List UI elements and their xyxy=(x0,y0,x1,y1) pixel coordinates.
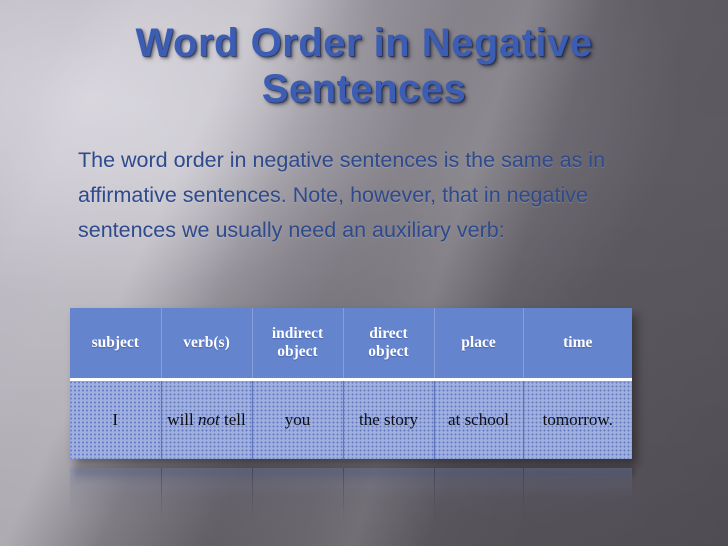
table-header-subject: subject xyxy=(70,308,162,381)
cell-verbs: will not tell xyxy=(161,379,253,459)
table-header-place: place xyxy=(434,308,524,381)
table-header-indirect-object: indirect object xyxy=(252,308,344,381)
header-label-time: time xyxy=(563,333,593,351)
cell-direct-object: the story xyxy=(343,379,435,459)
table-header-time: time xyxy=(523,308,632,381)
header-label-direct-line1: direct xyxy=(369,324,408,342)
cell-place: at school xyxy=(434,379,524,459)
table-header-verbs: verb(s) xyxy=(161,308,253,381)
slide-body-text: The word order in negative sentences is … xyxy=(78,148,606,242)
table-row: I will not tell you the story at school xyxy=(70,379,632,459)
header-label-subject: subject xyxy=(91,333,139,351)
header-label-indirect-line2: object xyxy=(277,343,318,360)
cell-subject: I xyxy=(70,379,162,459)
header-label-indirect-line1: indirect xyxy=(271,324,324,342)
word-order-table-wrapper: subject verb(s) indirect object direct o… xyxy=(70,308,632,459)
cell-value-time: tomorrow. xyxy=(542,410,613,430)
header-label-place: place xyxy=(461,333,496,351)
cell-value-direct-object: the story xyxy=(358,410,419,430)
cell-time: tomorrow. xyxy=(523,379,632,459)
cell-value-verbs-pre: will xyxy=(167,410,198,430)
cell-value-place: at school xyxy=(448,410,509,430)
cell-value-verbs-post: tell xyxy=(219,410,246,430)
cell-value-verbs-negation: not xyxy=(198,410,220,430)
header-label-verbs: verb(s) xyxy=(183,333,230,351)
cell-indirect-object: you xyxy=(252,379,344,459)
slide: Word Order in Negative Sentences The wor… xyxy=(0,0,728,546)
table-header-direct-object: direct object xyxy=(343,308,435,381)
cell-value-indirect-object: you xyxy=(284,410,311,430)
cell-value-subject: I xyxy=(112,410,119,430)
header-label-direct-line2: object xyxy=(368,343,409,360)
word-order-table: subject verb(s) indirect object direct o… xyxy=(70,308,632,459)
slide-title: Word Order in Negative Sentences xyxy=(135,21,593,111)
table-header-row: subject verb(s) indirect object direct o… xyxy=(70,308,632,381)
